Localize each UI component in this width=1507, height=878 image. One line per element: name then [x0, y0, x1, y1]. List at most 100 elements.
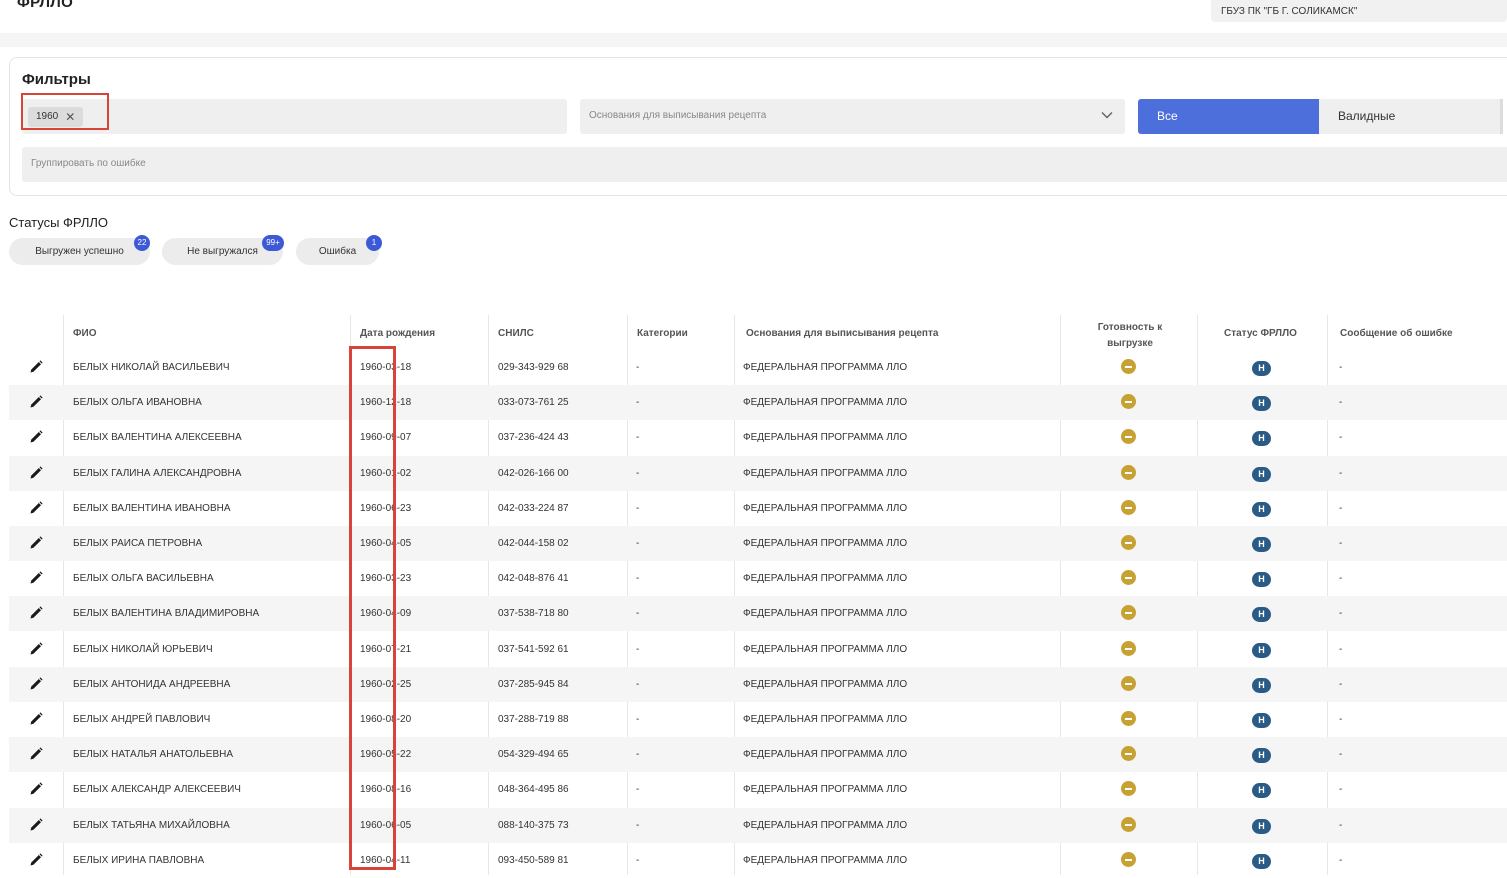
count-badge: 22 — [134, 235, 150, 251]
ready-status-icon — [1121, 465, 1136, 480]
ready-status-icon — [1121, 429, 1136, 444]
table-row[interactable]: БЕЛЫХ АНТОНИДА АНДРЕЕВНА 1960-02-25 037-28… — [9, 667, 1507, 702]
cell-error-message: - — [1339, 432, 1343, 443]
edit-pencil-icon[interactable] — [28, 746, 44, 762]
cell-error-message: - — [1339, 468, 1343, 479]
cell-snils: 042-048-876 41 — [498, 573, 569, 584]
cell-category: - — [636, 362, 640, 373]
table-row[interactable]: БЕЛЫХ АЛЕКСАНДР АЛЕКСЕЕВИЧ 1960-08-16 048-… — [9, 772, 1507, 807]
edit-pencil-icon[interactable] — [28, 676, 44, 692]
cell-basis: ФЕДЕРАЛЬНАЯ ПРОГРАММА ЛЛО — [743, 714, 908, 725]
table-row[interactable]: БЕЛЫХ ТАТЬЯНА МИХАЙЛОВНА 1960-06-05 088-14… — [9, 808, 1507, 843]
edit-pencil-icon[interactable] — [28, 711, 44, 727]
cell-snils: 088-140-375 73 — [498, 820, 569, 831]
edit-pencil-icon[interactable] — [28, 641, 44, 657]
col-header-fio[interactable]: ФИО — [73, 328, 97, 339]
ready-status-icon — [1121, 817, 1136, 832]
frllo-status-badge: Н — [1252, 819, 1271, 834]
frllo-status-badge: Н — [1252, 396, 1271, 411]
table-row[interactable]: БЕЛЫХ ГАЛИНА АЛЕКСАНДРОВНА 1960-01-02 042-… — [9, 456, 1507, 491]
group-by-error-select[interactable]: Группировать по ошибке — [22, 147, 1507, 182]
table-row[interactable]: БЕЛЫХ ВАЛЕНТИНА ИВАНОВНА 1960-06-23 042-03… — [9, 491, 1507, 526]
edit-pencil-icon[interactable] — [28, 570, 44, 586]
ready-status-icon — [1121, 676, 1136, 691]
cell-fio: БЕЛЫХ АЛЕКСАНДР АЛЕКСЕЕВИЧ — [73, 784, 241, 795]
status-pill-error[interactable]: Ошибка 1 — [296, 235, 382, 265]
edit-pencil-icon[interactable] — [28, 500, 44, 516]
cell-fio: БЕЛЫХ ВАЛЕНТИНА ВЛАДИМИРОВНА — [73, 608, 260, 619]
segment-valid-button[interactable]: Валидные — [1319, 99, 1503, 134]
edit-pencil-icon[interactable] — [28, 781, 44, 797]
table-row[interactable]: БЕЛЫХ АНДРЕЙ ПАВЛОВИЧ 1960-08-20 037-288-7… — [9, 702, 1507, 737]
col-header-frllo-status[interactable]: Статус ФРЛЛО — [1224, 328, 1297, 339]
cell-fio: БЕЛЫХ НИКОЛАЙ ЮРЬЕВИЧ — [73, 644, 213, 655]
table-row[interactable]: БЕЛЫХ ОЛЬГА ВАСИЛЬЕВНА 1960-03-23 042-048-… — [9, 561, 1507, 596]
status-pill-uploaded[interactable]: Выгружен успешно 22 — [9, 235, 150, 265]
ready-status-icon — [1121, 605, 1136, 620]
table-row[interactable]: БЕЛЫХ ВАЛЕНТИНА АЛЕКСЕЕВНА 1960-09-07 037-… — [9, 420, 1507, 455]
col-header-dob[interactable]: Дата рождения — [360, 328, 435, 339]
basis-select[interactable]: Основания для выписывания рецепта — [580, 99, 1125, 134]
cell-basis: ФЕДЕРАЛЬНАЯ ПРОГРАММА ЛЛО — [743, 538, 908, 549]
cell-error-message: - — [1339, 820, 1343, 831]
edit-pencil-icon[interactable] — [28, 817, 44, 833]
table-row[interactable]: БЕЛЫХ ВАЛЕНТИНА ВЛАДИМИРОВНА 1960-04-09 03… — [9, 596, 1507, 631]
cell-snils: 048-364-495 86 — [498, 784, 569, 795]
cell-category: - — [636, 784, 640, 795]
table-row[interactable]: БЕЛЫХ ИРИНА ПАВЛОВНА 1960-04-11 093-450-58… — [9, 843, 1507, 878]
cell-snils: 037-538-718 80 — [498, 608, 569, 619]
cell-category: - — [636, 397, 640, 408]
edit-pencil-icon[interactable] — [28, 535, 44, 551]
status-pill-label: Ошибка — [318, 246, 357, 257]
cell-category: - — [636, 749, 640, 760]
cell-category: - — [636, 608, 640, 619]
edit-pencil-icon[interactable] — [28, 429, 44, 445]
table-row[interactable]: БЕЛЫХ РАИСА ПЕТРОВНА 1960-04-05 042-044-15… — [9, 526, 1507, 561]
group-by-error-placeholder: Группировать по ошибке — [31, 158, 146, 169]
col-header-ready-line2: выгрузке — [1107, 338, 1153, 349]
edit-pencil-icon[interactable] — [28, 394, 44, 410]
col-header-ready-line1: Готовность к — [1097, 322, 1163, 333]
table-row[interactable]: БЕЛЫХ НИКОЛАЙ ЮРЬЕВИЧ 1960-07-21 037-541-5… — [9, 632, 1507, 667]
cell-basis: ФЕДЕРАЛЬНАЯ ПРОГРАММА ЛЛО — [743, 644, 908, 655]
cell-snils: 042-026-166 00 — [498, 468, 569, 479]
col-header-category[interactable]: Категории — [637, 328, 688, 339]
organization-selector[interactable]: ГБУЗ ПК "ГБ Г. СОЛИКАМСК" — [1211, 0, 1507, 22]
table-row[interactable]: БЕЛЫХ НИКОЛАЙ ВАСИЛЬЕВИЧ 1960-03-18 029-34… — [9, 350, 1507, 385]
cell-fio: БЕЛЫХ ГАЛИНА АЛЕКСАНДРОВНА — [73, 468, 242, 479]
ready-status-icon — [1121, 359, 1136, 374]
edit-pencil-icon[interactable] — [28, 605, 44, 621]
col-header-ready[interactable]: Готовность к выгрузке — [1065, 320, 1195, 352]
count-badge: 1 — [366, 235, 382, 251]
table-row[interactable]: БЕЛЫХ НАТАЛЬЯ АНАТОЛЬЕВНА 1960-05-22 054-3… — [9, 737, 1507, 772]
cell-basis: ФЕДЕРАЛЬНАЯ ПРОГРАММА ЛЛО — [743, 820, 908, 831]
cell-category: - — [636, 644, 640, 655]
count-badge: 99+ — [262, 235, 284, 251]
cell-snils: 033-073-761 25 — [498, 397, 569, 408]
col-header-error-message[interactable]: Сообщение об ошибке — [1340, 328, 1453, 339]
cell-basis: ФЕДЕРАЛЬНАЯ ПРОГРАММА ЛЛО — [743, 608, 908, 619]
filters-panel: Фильтры 1960 ✕ Основания для выписывания… — [9, 57, 1507, 196]
cell-error-message: - — [1339, 714, 1343, 725]
cell-snils: 042-044-158 02 — [498, 538, 569, 549]
segment-all-button[interactable]: Все — [1138, 99, 1319, 134]
cell-snils: 029-343-929 68 — [498, 362, 569, 373]
status-pill-not-uploaded[interactable]: Не выгружался 99+ — [162, 235, 284, 265]
edit-pencil-icon[interactable] — [28, 852, 44, 868]
frllo-status-badge: Н — [1252, 502, 1271, 517]
cell-fio: БЕЛЫХ ТАТЬЯНА МИХАЙЛОВНА — [73, 820, 230, 831]
col-header-snils[interactable]: СНИЛС — [498, 328, 534, 339]
cell-basis: ФЕДЕРАЛЬНАЯ ПРОГРАММА ЛЛО — [743, 432, 908, 443]
frllo-status-badge: Н — [1252, 643, 1271, 658]
edit-pencil-icon[interactable] — [28, 465, 44, 481]
edit-pencil-icon[interactable] — [28, 359, 44, 375]
col-header-basis[interactable]: Основания для выписывания рецепта — [746, 328, 938, 339]
cell-error-message: - — [1339, 573, 1343, 584]
cell-category: - — [636, 855, 640, 866]
table-row[interactable]: БЕЛЫХ ОЛЬГА ИВАНОВНА 1960-12-18 033-073-76… — [9, 385, 1507, 420]
cell-fio: БЕЛЫХ ВАЛЕНТИНА АЛЕКСЕЕВНА — [73, 432, 242, 443]
cell-basis: ФЕДЕРАЛЬНАЯ ПРОГРАММА ЛЛО — [743, 573, 908, 584]
chip-highlight-annotation — [21, 93, 109, 130]
cell-error-message: - — [1339, 503, 1343, 514]
cell-category: - — [636, 503, 640, 514]
